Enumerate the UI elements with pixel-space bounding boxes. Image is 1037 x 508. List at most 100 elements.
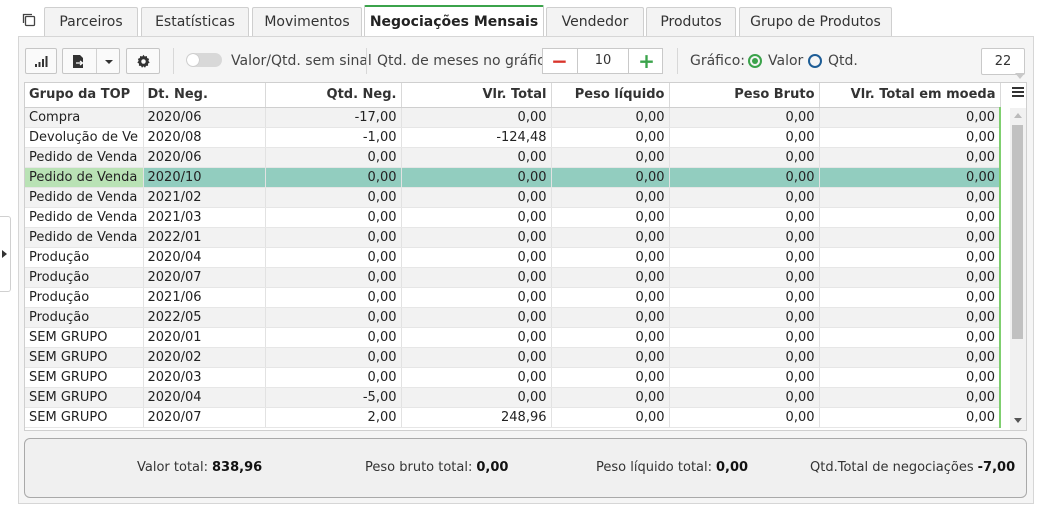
table-cell[interactable]: SEM GRUPO: [25, 407, 144, 428]
table-cell[interactable]: 0,00: [669, 367, 820, 388]
table-cell[interactable]: 2020/03: [143, 367, 266, 388]
table-cell[interactable]: 0,00: [265, 327, 402, 348]
table-cell[interactable]: 0,00: [819, 227, 1001, 248]
chart-button[interactable]: [25, 48, 57, 74]
months-stepper[interactable]: − 10 +: [542, 48, 663, 74]
table-row[interactable]: Pedido de Venda 2020/10 0,00 0,00 0,00 0,00 0,…: [25, 167, 1001, 188]
table-cell[interactable]: 0,00: [401, 347, 552, 368]
table-cell[interactable]: 0,00: [265, 367, 402, 388]
table-cell[interactable]: 0,00: [819, 107, 1001, 128]
table-row[interactable]: SEM GRUPO 2020/04 -5,00 0,00 0,00 0,00 0,00: [25, 387, 1001, 408]
table-cell[interactable]: 0,00: [551, 347, 670, 368]
tab-parceiros[interactable]: Parceiros: [44, 7, 138, 36]
copy-icon[interactable]: [21, 12, 37, 28]
table-cell[interactable]: Pedido de Venda: [25, 187, 144, 208]
table-cell[interactable]: 0,00: [401, 227, 552, 248]
tab-grupo-de-produtos[interactable]: Grupo de Produtos: [739, 7, 892, 36]
table-cell[interactable]: Produção: [25, 307, 144, 328]
table-row[interactable]: Compra 2020/06 -17,00 0,00 0,00 0,00 0,00: [25, 107, 1001, 128]
table-cell[interactable]: 0,00: [265, 167, 402, 188]
table-cell[interactable]: Pedido de Venda: [25, 207, 144, 228]
table-cell[interactable]: 2020/01: [143, 327, 266, 348]
table-cell[interactable]: 0,00: [819, 327, 1001, 348]
column-menu-icon[interactable]: [1011, 86, 1025, 98]
table-cell[interactable]: 0,00: [669, 387, 820, 408]
scroll-up-icon[interactable]: [1014, 113, 1022, 118]
tab-estatisticas[interactable]: Estatísticas: [141, 7, 249, 36]
table-cell[interactable]: 0,00: [401, 147, 552, 168]
table-row[interactable]: SEM GRUPO 2020/07 2,00 248,96 0,00 0,00 0,00: [25, 407, 1001, 428]
table-row[interactable]: SEM GRUPO 2020/02 0,00 0,00 0,00 0,00 0,00: [25, 347, 1001, 368]
table-cell[interactable]: Produção: [25, 267, 144, 288]
table-cell[interactable]: 0,00: [551, 327, 670, 348]
table-cell[interactable]: -17,00: [265, 107, 402, 128]
table-cell[interactable]: 0,00: [819, 367, 1001, 388]
table-cell[interactable]: 2022/05: [143, 307, 266, 328]
table-cell[interactable]: SEM GRUPO: [25, 327, 144, 348]
table-cell[interactable]: 2021/03: [143, 207, 266, 228]
table-cell[interactable]: -124,48: [401, 127, 552, 148]
table-cell[interactable]: Pedido de Venda: [25, 147, 144, 168]
table-cell[interactable]: 0,00: [551, 287, 670, 308]
table-cell[interactable]: SEM GRUPO: [25, 387, 144, 408]
table-cell[interactable]: 0,00: [819, 147, 1001, 168]
table-cell[interactable]: 2020/04: [143, 247, 266, 268]
table-row[interactable]: Devolução de Ve 2020/08 -1,00 -124,48 0,00 0,…: [25, 127, 1001, 148]
table-cell[interactable]: 0,00: [669, 327, 820, 348]
table-row[interactable]: Produção 2022/05 0,00 0,00 0,00 0,00 0,00: [25, 307, 1001, 328]
table-cell[interactable]: 2020/04: [143, 387, 266, 408]
table-cell[interactable]: 0,00: [401, 327, 552, 348]
export-button[interactable]: [62, 48, 120, 74]
scroll-down-icon[interactable]: [1014, 418, 1022, 423]
table-cell[interactable]: 0,00: [669, 247, 820, 268]
table-cell[interactable]: 0,00: [819, 187, 1001, 208]
table-cell[interactable]: 2021/06: [143, 287, 266, 308]
table-row[interactable]: Produção 2020/07 0,00 0,00 0,00 0,00 0,00: [25, 267, 1001, 288]
table-cell[interactable]: 0,00: [819, 407, 1001, 428]
table-cell[interactable]: 0,00: [551, 407, 670, 428]
table-cell[interactable]: -5,00: [265, 387, 402, 408]
table-cell[interactable]: 0,00: [551, 187, 670, 208]
table-row[interactable]: SEM GRUPO 2020/03 0,00 0,00 0,00 0,00 0,00: [25, 367, 1001, 388]
table-cell[interactable]: 0,00: [551, 207, 670, 228]
table-cell[interactable]: SEM GRUPO: [25, 367, 144, 388]
table-cell[interactable]: 0,00: [551, 367, 670, 388]
table-cell[interactable]: 0,00: [265, 187, 402, 208]
table-cell[interactable]: 2020/06: [143, 147, 266, 168]
scroll-thumb[interactable]: [1012, 125, 1023, 339]
table-cell[interactable]: 2020/07: [143, 407, 266, 428]
table-cell[interactable]: 0,00: [551, 387, 670, 408]
table-cell[interactable]: 2020/06: [143, 107, 266, 128]
table-row[interactable]: Pedido de Venda 2021/03 0,00 0,00 0,00 0,00 0,…: [25, 207, 1001, 228]
table-cell[interactable]: 0,00: [669, 167, 820, 188]
tab-vendedor[interactable]: Vendedor: [546, 7, 644, 36]
table-cell[interactable]: 0,00: [401, 387, 552, 408]
table-cell[interactable]: 0,00: [819, 287, 1001, 308]
table-cell[interactable]: 0,00: [551, 107, 670, 128]
table-cell[interactable]: 0,00: [669, 307, 820, 328]
table-cell[interactable]: Devolução de Ve: [25, 127, 144, 148]
table-cell[interactable]: 2020/02: [143, 347, 266, 368]
column-header-peso-liquido[interactable]: Peso líquido: [551, 83, 670, 108]
table-cell[interactable]: 0,00: [401, 187, 552, 208]
table-cell[interactable]: 0,00: [551, 167, 670, 188]
side-panel-handle[interactable]: [0, 216, 11, 292]
valor-qtd-sem-sinal-toggle[interactable]: [186, 53, 222, 67]
radio-qtd-label[interactable]: Qtd.: [828, 53, 858, 69]
table-cell[interactable]: SEM GRUPO: [25, 347, 144, 368]
column-header-dt-neg[interactable]: Dt. Neg.: [143, 83, 266, 108]
table-cell[interactable]: 0,00: [669, 267, 820, 288]
table-cell[interactable]: 0,00: [265, 247, 402, 268]
table-cell[interactable]: 0,00: [819, 127, 1001, 148]
dropdown-icon[interactable]: [105, 60, 113, 64]
table-cell[interactable]: Pedido de Venda: [25, 167, 144, 188]
table-cell[interactable]: 0,00: [265, 287, 402, 308]
table-cell[interactable]: 0,00: [819, 247, 1001, 268]
table-cell[interactable]: 0,00: [819, 207, 1001, 228]
radio-qtd[interactable]: [808, 54, 822, 68]
table-cell[interactable]: 2021/02: [143, 187, 266, 208]
table-cell[interactable]: 0,00: [669, 107, 820, 128]
table-cell[interactable]: 0,00: [819, 167, 1001, 188]
table-cell[interactable]: 0,00: [401, 287, 552, 308]
table-cell[interactable]: 0,00: [401, 367, 552, 388]
